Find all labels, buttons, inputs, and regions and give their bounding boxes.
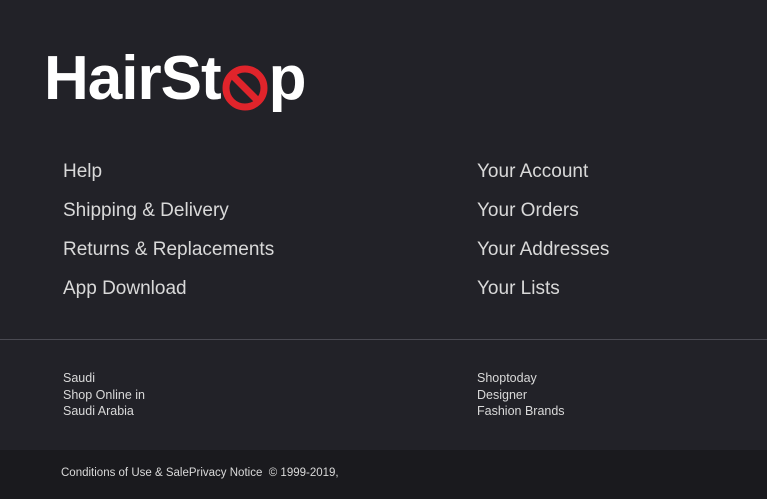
your-addresses-link[interactable]: Your Addresses <box>477 233 609 272</box>
region-link-saudi[interactable]: Saudi Shop Online in Saudi Arabia <box>63 370 145 420</box>
copyright: © 1999-2019, <box>268 467 339 479</box>
privacy-notice-link[interactable]: Privacy Notice <box>189 467 263 479</box>
region-line: Shop Online in <box>63 387 146 402</box>
your-orders-link[interactable]: Your Orders <box>477 194 609 233</box>
no-entry-icon <box>222 60 268 111</box>
region-line: Fashion Brands <box>477 404 565 418</box>
region-link-shoptoday[interactable]: Shoptoday Designer Fashion Brands <box>477 370 565 420</box>
app-download-link[interactable]: App Download <box>63 272 274 311</box>
account-links-column: Your Account Your Orders Your Addresses … <box>477 155 609 311</box>
returns-replacements-link[interactable]: Returns & Replacements <box>63 233 274 272</box>
your-account-link[interactable]: Your Account <box>477 155 609 194</box>
logo-text-end: p <box>268 44 307 113</box>
logo-text-start: HairSt <box>44 44 222 113</box>
help-links-column: Help Shipping & Delivery Returns & Repla… <box>63 155 274 311</box>
your-lists-link[interactable]: Your Lists <box>477 272 609 311</box>
region-title: Saudi <box>63 371 95 385</box>
footer-divider <box>0 339 767 340</box>
brand-logo[interactable]: HairSt p <box>44 44 307 113</box>
region-title: Shoptoday <box>477 371 537 385</box>
conditions-of-use-link[interactable]: Conditions of Use & Sale <box>61 467 189 479</box>
legal-text: Conditions of Use & SalePrivacy Notice ©… <box>61 467 339 479</box>
help-link[interactable]: Help <box>63 155 274 194</box>
shipping-delivery-link[interactable]: Shipping & Delivery <box>63 194 274 233</box>
region-line: Saudi Arabia <box>63 404 134 418</box>
region-line: Designer <box>477 387 528 402</box>
